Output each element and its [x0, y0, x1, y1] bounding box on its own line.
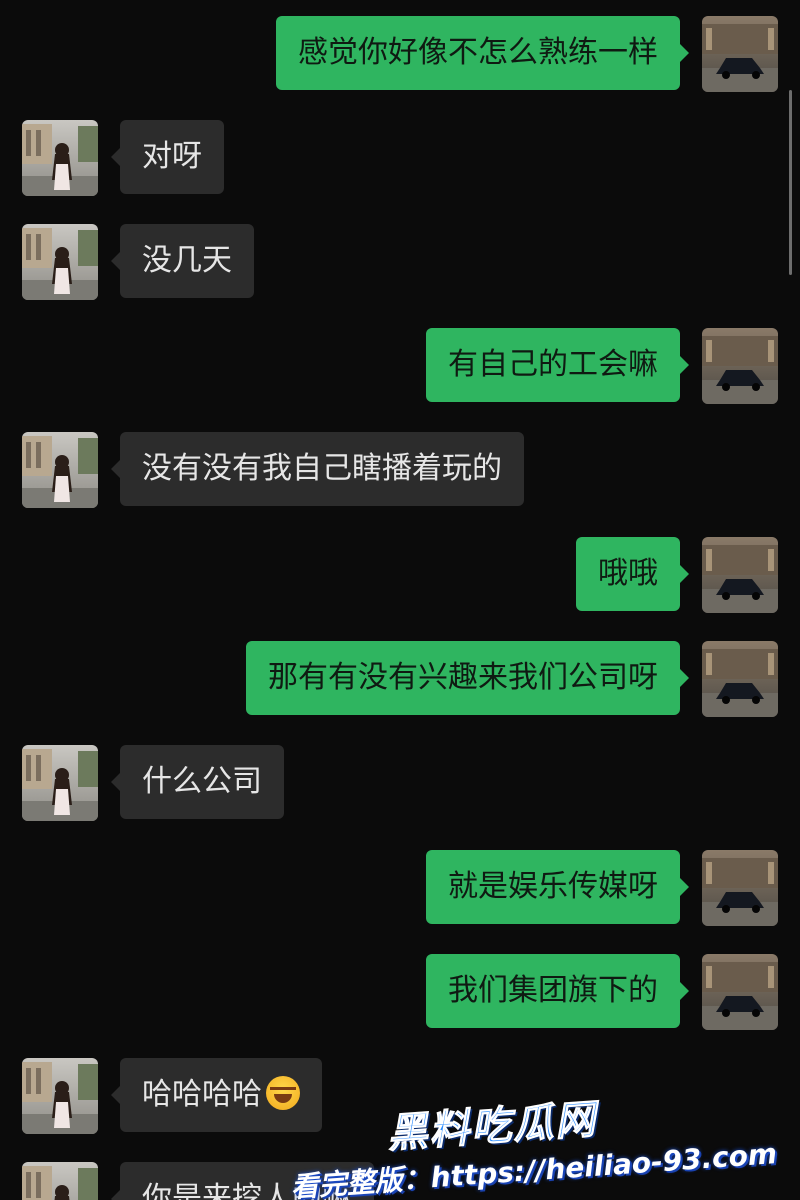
contact-avatar[interactable]	[22, 224, 98, 300]
message-row: 什么公司	[0, 745, 800, 821]
self-avatar[interactable]	[702, 641, 778, 717]
contact-avatar[interactable]	[22, 1058, 98, 1134]
message-row: 就是娱乐传媒呀	[0, 850, 800, 926]
self-avatar[interactable]	[702, 850, 778, 926]
message-bubble[interactable]: 没几天	[111, 224, 254, 298]
car-photo-avatar	[702, 850, 778, 926]
message-row: 我们集团旗下的	[0, 954, 800, 1030]
message-row: 哈哈哈哈	[0, 1058, 800, 1134]
message-bubble[interactable]: 有自己的工会嘛	[426, 328, 689, 402]
message-row: 感觉你好像不怎么熟练一样	[0, 16, 800, 92]
self-avatar[interactable]	[702, 16, 778, 92]
message-bubble[interactable]: 就是娱乐传媒呀	[426, 850, 689, 924]
message-bubble[interactable]: 那有有没有兴趣来我们公司呀	[246, 641, 689, 715]
message-bubble[interactable]: 你是来挖人的嘛	[111, 1162, 374, 1200]
girl-photo-avatar	[22, 432, 98, 508]
message-row: 没有没有我自己瞎播着玩的	[0, 432, 800, 508]
message-bubble[interactable]: 没有没有我自己瞎播着玩的	[111, 432, 524, 506]
message-bubble[interactable]: 感觉你好像不怎么熟练一样	[276, 16, 689, 90]
girl-photo-avatar	[22, 1162, 98, 1200]
car-photo-avatar	[702, 16, 778, 92]
message-bubble[interactable]: 什么公司	[111, 745, 284, 819]
message-text: 哈哈哈哈	[142, 1077, 262, 1112]
message-row: 对呀	[0, 120, 800, 196]
self-avatar[interactable]	[702, 328, 778, 404]
girl-photo-avatar	[22, 745, 98, 821]
girl-photo-avatar	[22, 224, 98, 300]
message-bubble[interactable]: 对呀	[111, 120, 224, 194]
contact-avatar[interactable]	[22, 432, 98, 508]
message-row: 那有有没有兴趣来我们公司呀	[0, 641, 800, 717]
girl-photo-avatar	[22, 120, 98, 196]
message-bubble[interactable]: 哈哈哈哈	[111, 1058, 322, 1132]
contact-avatar[interactable]	[22, 1162, 98, 1200]
self-avatar[interactable]	[702, 537, 778, 613]
chat-view[interactable]: 感觉你好像不怎么熟练一样 对呀 没几天 有自己的工会嘛 没有没有我自己瞎播着玩的…	[0, 0, 800, 1200]
contact-avatar[interactable]	[22, 120, 98, 196]
girl-photo-avatar	[22, 1058, 98, 1134]
self-avatar[interactable]	[702, 954, 778, 1030]
message-bubble[interactable]: 我们集团旗下的	[426, 954, 689, 1028]
message-row: 有自己的工会嘛	[0, 328, 800, 404]
message-row: 没几天	[0, 224, 800, 300]
contact-avatar[interactable]	[22, 745, 98, 821]
tears-of-joy-emoji-icon	[266, 1075, 300, 1110]
car-photo-avatar	[702, 954, 778, 1030]
car-photo-avatar	[702, 328, 778, 404]
car-photo-avatar	[702, 641, 778, 717]
message-row: 哦哦	[0, 537, 800, 613]
message-bubble[interactable]: 哦哦	[576, 537, 689, 611]
car-photo-avatar	[702, 537, 778, 613]
message-row: 你是来挖人的嘛	[0, 1162, 800, 1200]
